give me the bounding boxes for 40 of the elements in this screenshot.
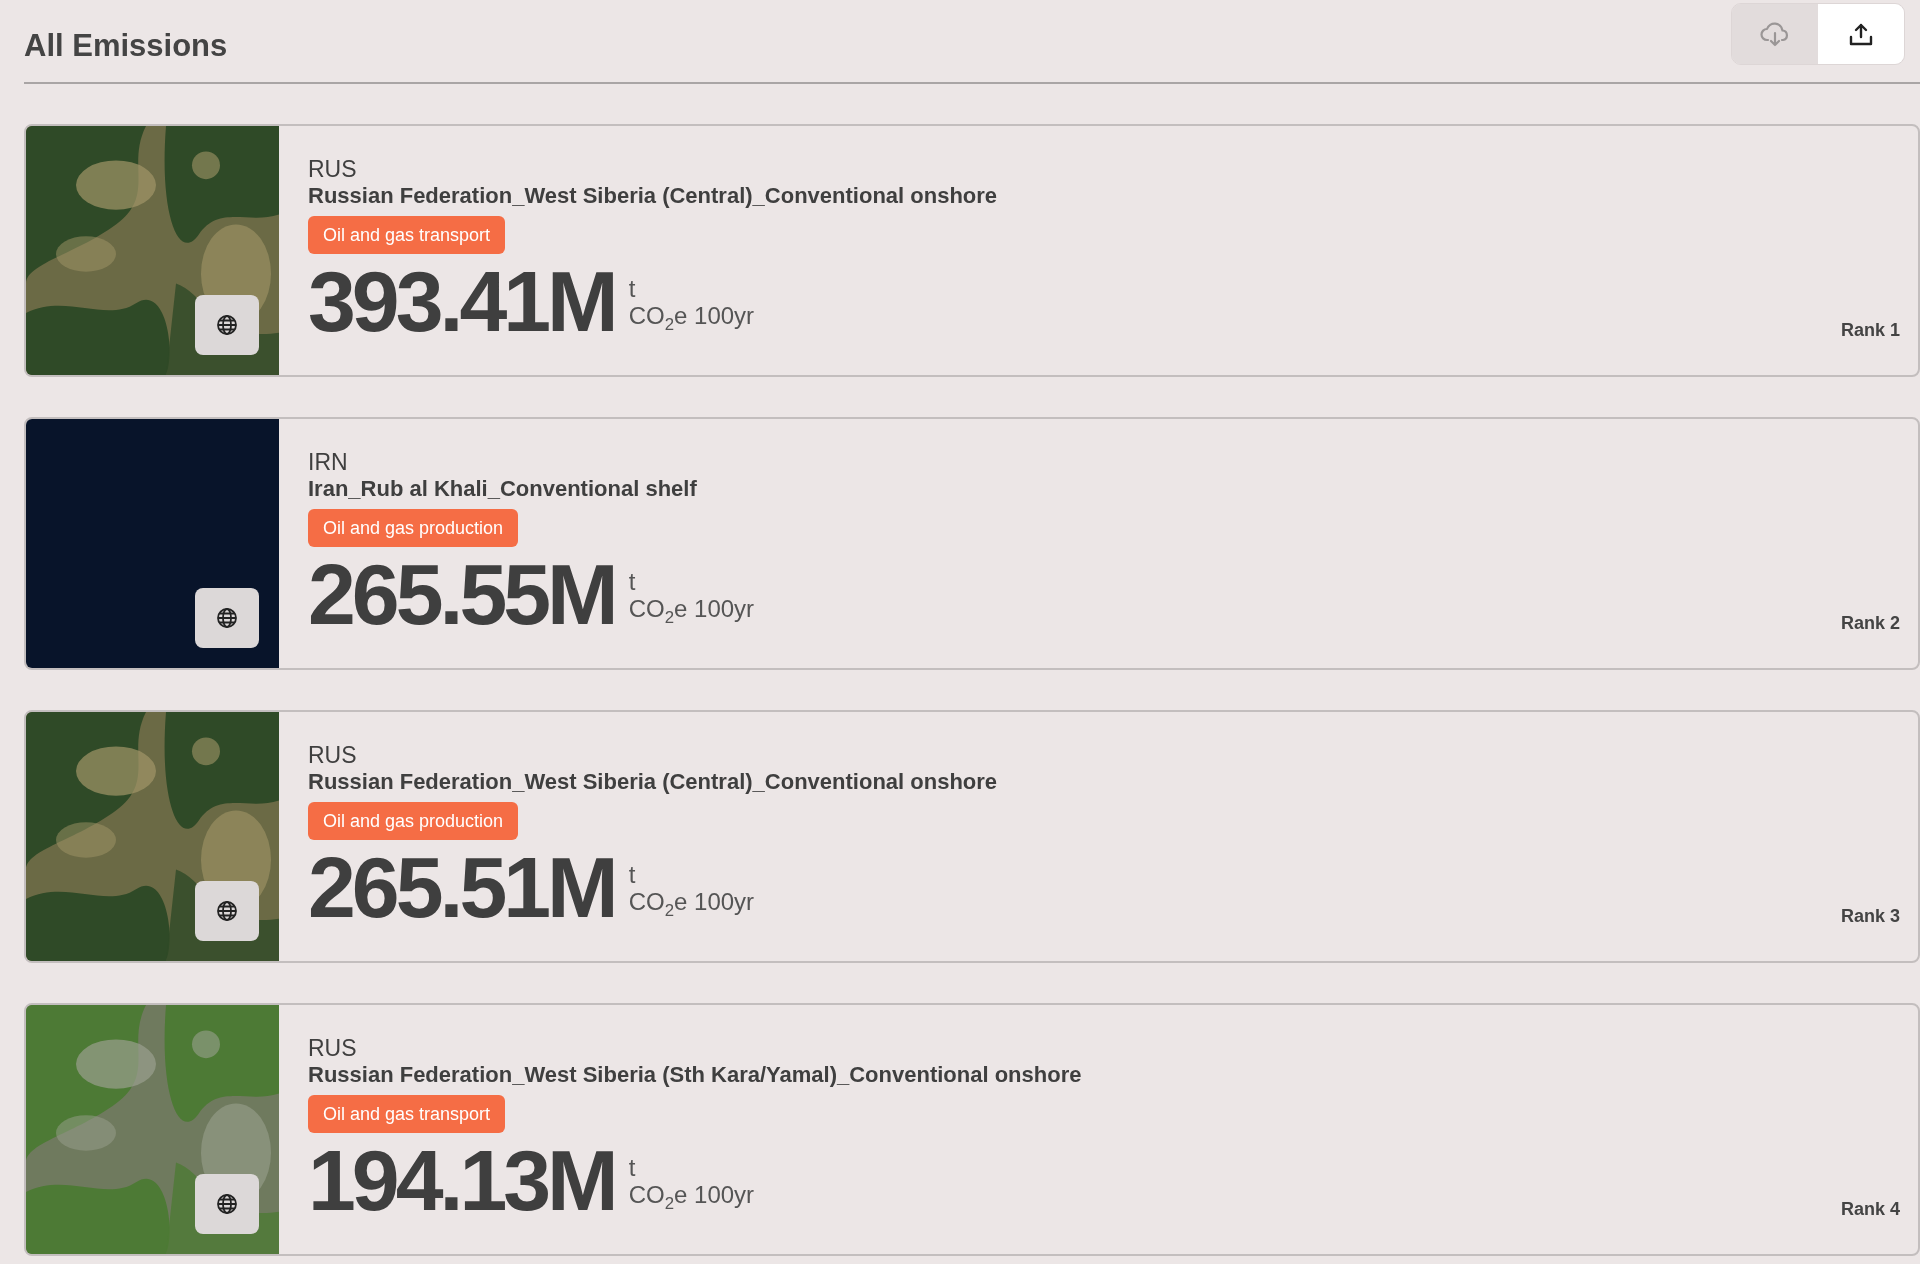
rank-label: Rank 4 bbox=[1840, 1199, 1900, 1220]
sector-tag: Oil and gas production bbox=[308, 509, 519, 547]
globe-icon bbox=[216, 314, 238, 336]
globe-icon bbox=[216, 607, 238, 629]
site-name: Iran_Rub al Khali_Conventional shelf bbox=[308, 475, 697, 503]
globe-button[interactable] bbox=[195, 295, 259, 355]
site-name: Russian Federation_West Siberia (Central)_Conventional onshore bbox=[308, 182, 998, 210]
rank-label: Rank 3 bbox=[1840, 906, 1900, 927]
globe-icon bbox=[216, 1193, 238, 1215]
rank-label: Rank 1 bbox=[1840, 320, 1900, 341]
country-code: RUS bbox=[308, 742, 357, 768]
upload-icon bbox=[1849, 22, 1873, 46]
emission-value: 265.55M bbox=[308, 551, 615, 637]
site-name: Russian Federation_West Siberia (Central)_Conventional onshore bbox=[308, 768, 998, 796]
metric-label: CO$_{2}$e 100yr bbox=[628, 888, 755, 922]
metric-label: CO$_{2}$e 100yr bbox=[628, 302, 755, 336]
country-code: RUS bbox=[308, 1035, 357, 1061]
cloud-download-icon bbox=[1760, 21, 1790, 47]
unit-label: t bbox=[628, 861, 637, 889]
globe-button[interactable] bbox=[195, 881, 259, 941]
upload-button[interactable] bbox=[1818, 4, 1904, 64]
globe-icon bbox=[216, 900, 238, 922]
unit-label: t bbox=[628, 1154, 637, 1182]
sector-tag: Oil and gas production bbox=[308, 802, 519, 840]
rank-label: Rank 2 bbox=[1840, 613, 1900, 634]
globe-button[interactable] bbox=[195, 1174, 259, 1234]
site-name: Russian Federation_West Siberia (Sth Kara/Yamal)_Conventional onshore bbox=[308, 1061, 1082, 1089]
sector-tag: Oil and gas transport bbox=[308, 1095, 506, 1133]
page-title: All Emissions bbox=[24, 28, 228, 64]
sector-tag: Oil and gas transport bbox=[308, 216, 506, 254]
metric-label: CO$_{2}$e 100yr bbox=[628, 595, 755, 629]
emission-value: 194.13M bbox=[308, 1137, 615, 1223]
country-code: IRN bbox=[308, 449, 348, 475]
unit-label: t bbox=[628, 568, 637, 596]
country-code: RUS bbox=[308, 156, 357, 182]
metric-label: CO$_{2}$e 100yr bbox=[628, 1181, 755, 1215]
unit-label: t bbox=[628, 275, 637, 303]
emission-value: 265.51M bbox=[308, 844, 615, 930]
emission-value: 393.41M bbox=[308, 258, 615, 344]
globe-button[interactable] bbox=[195, 588, 259, 648]
